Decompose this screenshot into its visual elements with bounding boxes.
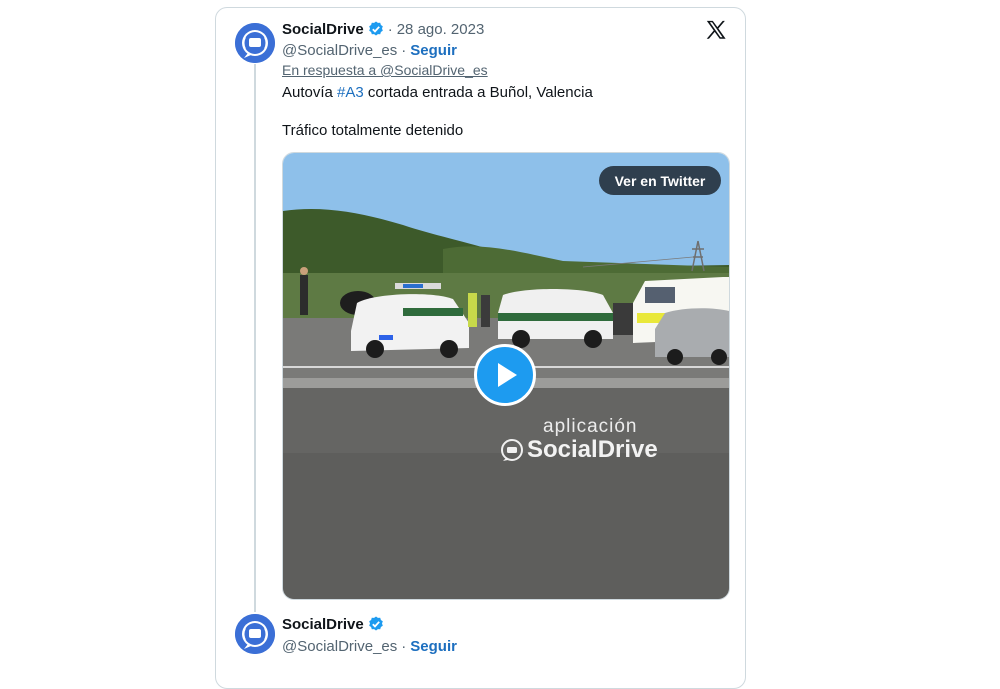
thread-connector-line — [254, 64, 256, 612]
handle-row: @SocialDrive_es · Seguir — [282, 40, 457, 60]
watermark-brand: SocialDrive — [527, 436, 658, 463]
play-button[interactable] — [474, 344, 536, 406]
avatar[interactable] — [235, 23, 275, 63]
author-handle-second[interactable]: @SocialDrive_es — [282, 638, 397, 655]
watermark-caption: aplicación — [543, 416, 638, 437]
author-handle[interactable]: @SocialDrive_es — [282, 42, 397, 59]
socialdrive-watermark-icon — [501, 439, 523, 461]
follow-button[interactable]: Seguir — [410, 42, 457, 59]
author-name[interactable]: SocialDrive — [282, 21, 364, 38]
view-on-twitter-button[interactable]: Ver en Twitter — [599, 166, 721, 195]
hashtag-link[interactable]: #A3 — [337, 84, 364, 101]
date-separator: · — [387, 20, 393, 38]
author-row: SocialDrive · 28 ago. 2023 — [282, 19, 484, 39]
verified-badge-icon — [368, 616, 383, 631]
tweet-text-post: cortada entrada a Buñol, Valencia — [363, 84, 593, 101]
author-name-second[interactable]: SocialDrive — [282, 616, 364, 633]
reply-context-link[interactable]: En respuesta a @SocialDrive_es — [282, 62, 488, 78]
tweet-text-line-1: Autovía #A3 cortada entrada a Buñol, Val… — [282, 84, 593, 101]
avatar-second[interactable] — [235, 614, 275, 654]
handle-row-second: @SocialDrive_es · Seguir — [282, 636, 457, 656]
socialdrive-logo-icon — [235, 23, 275, 63]
play-icon — [498, 363, 517, 387]
verified-badge-icon — [368, 21, 383, 36]
follow-button-second[interactable]: Seguir — [410, 638, 457, 655]
socialdrive-logo-icon — [235, 614, 275, 654]
tweet-text-line-2: Tráfico totalmente detenido — [282, 122, 464, 139]
tweet-text-pre: Autovía — [282, 84, 338, 101]
handle-separator-second: · — [401, 637, 407, 655]
tweet-date[interactable]: 28 ago. 2023 — [397, 21, 485, 38]
x-logo-icon[interactable] — [705, 19, 727, 41]
author-row-second: SocialDrive — [282, 614, 384, 634]
handle-separator: · — [401, 41, 407, 59]
